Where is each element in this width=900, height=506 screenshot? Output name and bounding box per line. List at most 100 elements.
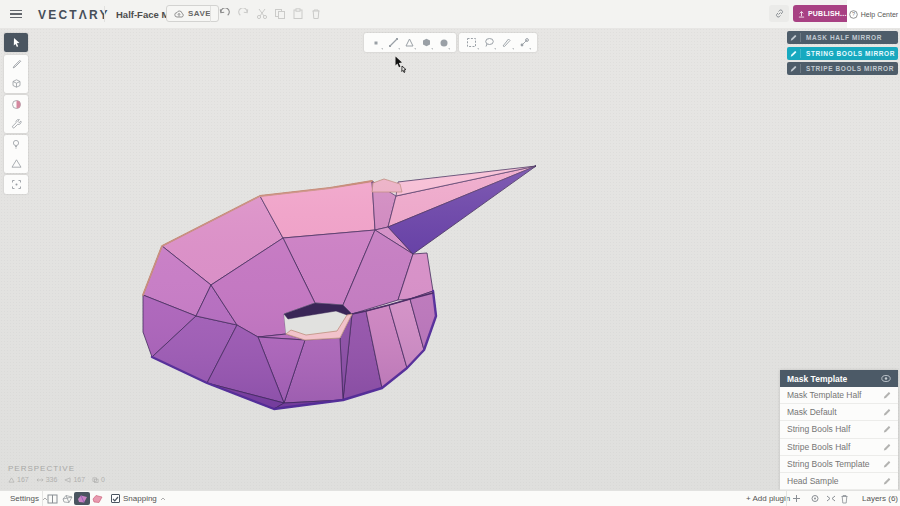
pen-tool[interactable] xyxy=(4,55,28,74)
camera-info: PERSPECTIVE 1673361670 xyxy=(8,464,105,483)
mirror-button[interactable]: MASK HALF MIRROR xyxy=(787,31,898,44)
wireframe-icon xyxy=(62,494,73,504)
layer-row[interactable]: Mask Template Half xyxy=(780,387,898,404)
shaded-mask-icon xyxy=(77,494,88,504)
vectary-app: VECTΛRY Half-Face M... SAVE PUBLISH... ?… xyxy=(0,0,900,506)
fit-view-tool[interactable] xyxy=(4,175,28,194)
rendered-mode-button[interactable] xyxy=(92,491,103,506)
delete-button[interactable] xyxy=(840,491,849,506)
shaded-mode-button[interactable] xyxy=(74,491,90,506)
select-tool[interactable] xyxy=(4,33,28,52)
layers-panel-title: Mask Template xyxy=(787,374,847,384)
viewport-canvas[interactable]: MASK HALF MIRROR STRING BOOLS MIRROR STRIP… xyxy=(0,28,900,490)
layer-row[interactable]: Head Sample xyxy=(780,473,898,490)
vertex-mode-button[interactable] xyxy=(368,33,385,52)
layer-row[interactable]: String Bools Half xyxy=(780,421,898,438)
selection-mode-toolbar xyxy=(364,33,456,52)
layers-count-label: Layers (6) xyxy=(862,494,898,503)
snapping-label: Snapping xyxy=(123,494,157,503)
menu-icon[interactable] xyxy=(10,10,22,18)
cloud-upload-icon xyxy=(174,10,184,18)
camera-mode-label[interactable]: PERSPECTIVE xyxy=(8,464,105,473)
stat-vertices: 167 xyxy=(8,476,29,483)
mouse-cursor xyxy=(394,56,410,74)
publish-label: PUBLISH... xyxy=(808,10,847,17)
selection-tools-toolbar xyxy=(459,33,537,52)
mirror-button[interactable]: STRIPE BOOLS MIRROR xyxy=(787,62,898,75)
layer-row[interactable]: Mask Default xyxy=(780,404,898,421)
split-view-button[interactable] xyxy=(47,491,58,506)
layer-label: Head Sample xyxy=(787,476,839,486)
paste-icon[interactable] xyxy=(292,8,304,20)
primitive-tool[interactable] xyxy=(4,74,28,93)
cursor-icon xyxy=(11,37,22,48)
sphere-mode-button[interactable] xyxy=(435,33,452,52)
edit-pencil-icon xyxy=(790,34,797,41)
edit-pencil-icon[interactable] xyxy=(883,425,891,433)
marquee-icon xyxy=(466,37,477,48)
cube-icon xyxy=(11,78,22,89)
edit-pencil-icon[interactable] xyxy=(883,408,891,416)
expand-icon xyxy=(11,179,22,190)
face-icon xyxy=(404,37,415,48)
layer-label: Stripe Bools Half xyxy=(787,442,850,452)
top-bar: VECTΛRY Half-Face M... SAVE PUBLISH... ?… xyxy=(0,0,900,28)
merge-button[interactable] xyxy=(826,491,836,506)
mirror-mode-buttons: MASK HALF MIRROR STRING BOOLS MIRROR STRIP… xyxy=(787,31,898,75)
layer-label: String Bools Half xyxy=(787,424,850,434)
object-mode-button[interactable] xyxy=(418,33,435,52)
node-icon xyxy=(519,37,530,48)
light-tool[interactable] xyxy=(4,135,28,154)
toolbar-group-draw xyxy=(4,55,28,93)
divider xyxy=(42,491,43,506)
add-plugin-button[interactable]: + Add plugin xyxy=(746,491,790,506)
rendered-mask-icon xyxy=(92,494,103,504)
edge-mode-button[interactable] xyxy=(385,33,402,52)
marquee-select-button[interactable] xyxy=(463,33,481,52)
cut-icon[interactable] xyxy=(256,8,268,20)
copy-icon[interactable] xyxy=(274,8,286,20)
divider xyxy=(210,6,211,22)
group-button[interactable] xyxy=(810,491,820,506)
node-select-button[interactable] xyxy=(516,33,534,52)
snapping-checkbox[interactable] xyxy=(111,494,120,503)
material-tool[interactable] xyxy=(4,95,28,114)
wrench-icon xyxy=(11,118,22,129)
share-link-button[interactable] xyxy=(769,5,789,22)
trash-icon[interactable] xyxy=(310,8,322,20)
plus-icon xyxy=(792,494,801,503)
mirror-button[interactable]: STRING BOOLS MIRROR xyxy=(787,47,898,60)
split-view-icon xyxy=(47,494,58,504)
save-button[interactable]: SAVE xyxy=(166,5,219,22)
help-icon: ? xyxy=(849,10,858,19)
material-sphere-icon xyxy=(11,99,22,110)
snapping-toggle[interactable]: Snapping xyxy=(111,491,166,506)
edit-pencil-icon[interactable] xyxy=(883,477,891,485)
help-center-button[interactable]: ? Help Center xyxy=(847,0,900,28)
mirror-button-label: STRING BOOLS MIRROR xyxy=(801,50,895,57)
layer-row[interactable]: String Bools Template xyxy=(780,456,898,473)
layers-panel-header[interactable]: Mask Template xyxy=(780,370,898,387)
eye-icon[interactable] xyxy=(881,375,891,382)
face-mode-button[interactable] xyxy=(402,33,419,52)
wireframe-mode-button[interactable] xyxy=(62,491,73,506)
edit-pencil-icon xyxy=(790,50,797,57)
3d-model-mask[interactable] xyxy=(0,28,900,490)
environment-tool[interactable] xyxy=(4,154,28,173)
edit-pencil-icon[interactable] xyxy=(883,443,891,451)
publish-button[interactable]: PUBLISH... xyxy=(793,5,852,22)
edit-pencil-icon[interactable] xyxy=(883,391,891,399)
layer-label: Mask Default xyxy=(787,407,837,417)
paint-select-button[interactable] xyxy=(498,33,516,52)
layers-dropdown[interactable]: Layers (6) xyxy=(862,491,900,506)
add-object-button[interactable] xyxy=(792,491,801,506)
tools-tool[interactable] xyxy=(4,114,28,133)
edit-pencil-icon[interactable] xyxy=(883,460,891,468)
object-cube-icon xyxy=(421,37,432,48)
sphere-icon xyxy=(439,38,449,48)
stat-edges: 336 xyxy=(36,476,58,483)
redo-icon[interactable] xyxy=(238,8,250,20)
lasso-select-button[interactable] xyxy=(481,33,499,52)
layer-row[interactable]: Stripe Bools Half xyxy=(780,439,898,456)
undo-icon[interactable] xyxy=(218,8,230,20)
